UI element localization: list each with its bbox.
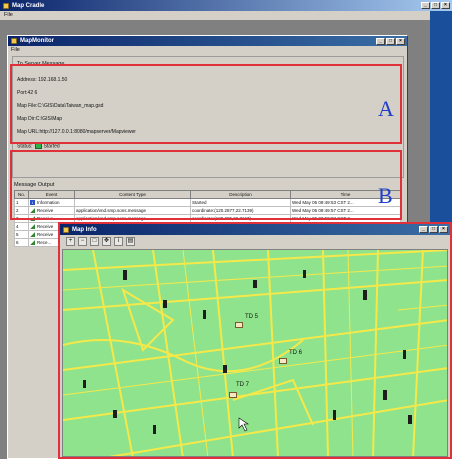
main-menubar: File (0, 11, 430, 20)
callout-box-b (10, 150, 402, 220)
row-event-label: Receive (37, 223, 54, 229)
map-window-title: Map Info (72, 226, 97, 233)
zoom-in-icon[interactable]: + (66, 237, 75, 246)
maximize-icon[interactable]: □ (386, 37, 395, 45)
callout-box-a (10, 64, 402, 144)
close-icon[interactable]: × (441, 2, 450, 9)
main-titlebar[interactable]: Map Cradle _ □ × (0, 0, 452, 11)
zoom-out-icon[interactable]: − (78, 237, 87, 246)
app-icon (11, 38, 17, 44)
menu-file[interactable]: File (11, 47, 20, 53)
td7-marker-icon[interactable] (229, 392, 237, 398)
inner-menubar: File (8, 46, 407, 55)
minimize-icon[interactable]: _ (376, 37, 385, 45)
td5-marker-icon[interactable] (235, 322, 243, 328)
status-label: Status: (17, 143, 33, 150)
td7-label: TD 7 (236, 382, 250, 388)
receive-icon (30, 240, 35, 246)
receive-icon (30, 232, 35, 238)
receive-icon (30, 224, 35, 230)
road-network (63, 250, 447, 456)
row-no: 5 (14, 230, 29, 239)
main-window-title: Map Cradle (12, 2, 45, 9)
map-titlebar[interactable]: Map Info _ □ × (60, 224, 450, 235)
inner-titlebar[interactable]: MapMonitor _ □ × (8, 36, 407, 46)
row-event-label: Rece... (37, 239, 52, 245)
callout-letter-b: B (378, 183, 393, 208)
full-extent-icon[interactable]: □ (90, 237, 99, 246)
minimize-icon[interactable]: _ (419, 226, 428, 233)
callout-letter-a: A (378, 96, 394, 121)
close-icon[interactable]: × (396, 37, 405, 45)
inner-window-title: MapMonitor (20, 38, 54, 44)
main-window: Map Cradle _ □ × File MapMonitor _ □ × F… (0, 0, 452, 459)
close-icon[interactable]: × (439, 226, 448, 233)
row-no: 4 (14, 222, 29, 231)
row-no: 6 (14, 238, 29, 247)
map-toolbar: + − □ ✥ i ▤ (66, 236, 135, 247)
info-icon[interactable]: i (114, 237, 123, 246)
map-canvas[interactable]: TD 5 TD 6 TD 7 (62, 249, 448, 457)
app-icon (3, 2, 9, 9)
maximize-icon[interactable]: □ (429, 226, 438, 233)
maximize-icon[interactable]: □ (431, 2, 440, 9)
menu-file[interactable]: File (4, 12, 13, 18)
app-icon (63, 226, 69, 233)
pan-icon[interactable]: ✥ (102, 237, 111, 246)
td6-marker-icon[interactable] (279, 358, 287, 364)
td5-label: TD 5 (245, 314, 259, 320)
minimize-icon[interactable]: _ (421, 2, 430, 9)
td6-label: TD 6 (289, 350, 303, 356)
status-value: Started (43, 143, 60, 150)
map-info-window: Map Info _ □ × + − □ ✥ i ▤ TD 5 TD 6 TD … (58, 222, 452, 459)
row-event-label: Receive (37, 231, 54, 237)
save-icon[interactable]: ▤ (126, 237, 135, 246)
